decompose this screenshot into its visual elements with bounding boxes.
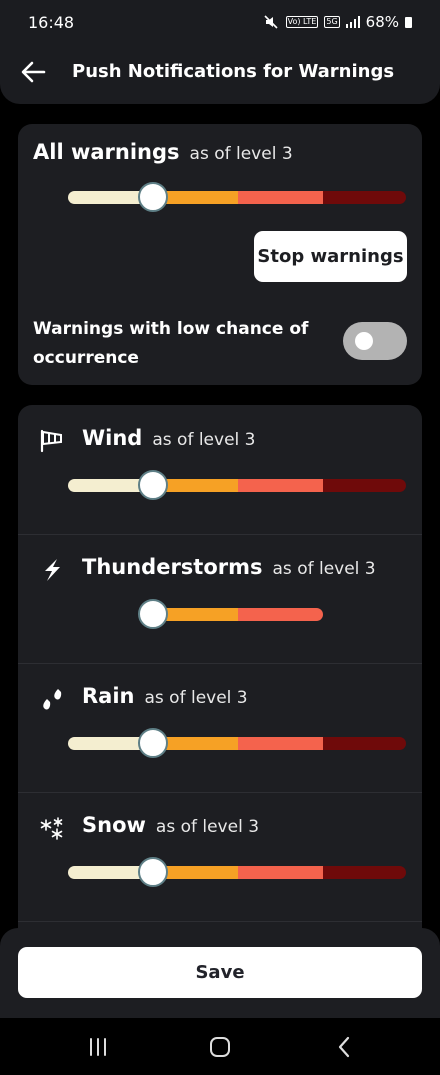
rain-header: Rain as of level 3 <box>82 684 248 708</box>
page-title: Push Notifications for Warnings <box>72 61 395 82</box>
slider-segment-level4 <box>323 737 406 750</box>
rain-drops-icon <box>43 689 62 710</box>
snow-title: Snow <box>82 813 146 837</box>
snow-header: Snow as of level 3 <box>82 813 259 837</box>
stop-warnings-button[interactable]: Stop warnings <box>254 231 407 282</box>
battery-icon <box>405 16 412 28</box>
slider-segment-level4 <box>323 191 406 204</box>
all-warnings-card: All warnings as of level 3 Stop warnings… <box>18 124 422 385</box>
status-icons: Vo) LTE 5G 68% <box>264 13 412 31</box>
app-bar: Push Notifications for Warnings <box>0 46 440 104</box>
thunderstorms-title: Thunderstorms <box>82 555 263 579</box>
slider-segment-level3 <box>238 608 323 621</box>
all-warnings-level-text: as of level 3 <box>189 144 293 164</box>
all-warnings-header: All warnings as of level 3 <box>33 140 293 164</box>
low-chance-toggle[interactable] <box>343 322 407 360</box>
low-chance-label: Warnings with low chance of occurrence <box>33 319 309 368</box>
slider-segment-level3 <box>238 191 323 204</box>
list-item-rain: Rain as of level 3 <box>18 663 422 793</box>
toggle-knob <box>355 332 373 350</box>
slider-thumb[interactable] <box>138 470 168 500</box>
system-nav-bar <box>0 1018 440 1075</box>
lightning-icon <box>45 559 60 581</box>
status-time: 16:48 <box>28 13 75 32</box>
rain-level-text: as of level 3 <box>144 688 248 708</box>
snowflake-icon <box>40 817 63 840</box>
warning-categories-card: Wind as of level 3 Thunderstorms as of l… <box>18 405 422 965</box>
list-item-wind: Wind as of level 3 <box>18 405 422 535</box>
thunderstorms-header: Thunderstorms as of level 3 <box>82 555 376 579</box>
network-badge: 5G <box>324 16 340 28</box>
back-arrow-icon[interactable] <box>18 58 50 86</box>
slider-segment-level3 <box>238 479 323 492</box>
recent-apps-icon[interactable] <box>78 1032 118 1062</box>
slider-thumb[interactable] <box>138 857 168 887</box>
home-icon[interactable] <box>200 1032 240 1062</box>
wind-level-text: as of level 3 <box>152 430 256 450</box>
rain-title: Rain <box>82 684 135 708</box>
windsock-icon <box>40 429 62 453</box>
slider-segment-level3 <box>238 866 323 879</box>
slider-thumb[interactable] <box>138 599 168 629</box>
save-button[interactable]: Save <box>18 947 422 998</box>
mute-icon <box>264 15 278 29</box>
battery-percent: 68% <box>365 13 399 31</box>
slider-thumb[interactable] <box>138 728 168 758</box>
wind-title: Wind <box>82 426 143 450</box>
slider-thumb[interactable] <box>138 182 168 212</box>
all-warnings-title: All warnings <box>33 140 180 164</box>
slider-segment-level4 <box>323 479 406 492</box>
snow-level-text: as of level 3 <box>155 817 260 837</box>
wind-header: Wind as of level 3 <box>82 426 255 450</box>
slider-segment-level4 <box>323 866 406 879</box>
status-bar: 16:48 Vo) LTE 5G 68% <box>0 0 440 46</box>
bottom-action-bar: Save <box>0 928 440 1018</box>
signal-icon <box>345 16 360 28</box>
slider-segment-level3 <box>238 737 323 750</box>
thunderstorms-level-text: as of level 3 <box>272 559 376 579</box>
volte-badge: Vo) LTE <box>285 16 319 28</box>
list-item-snow: Snow as of level 3 <box>18 792 422 922</box>
list-item-thunderstorms: Thunderstorms as of level 3 <box>18 534 422 664</box>
back-nav-icon[interactable] <box>324 1032 364 1062</box>
